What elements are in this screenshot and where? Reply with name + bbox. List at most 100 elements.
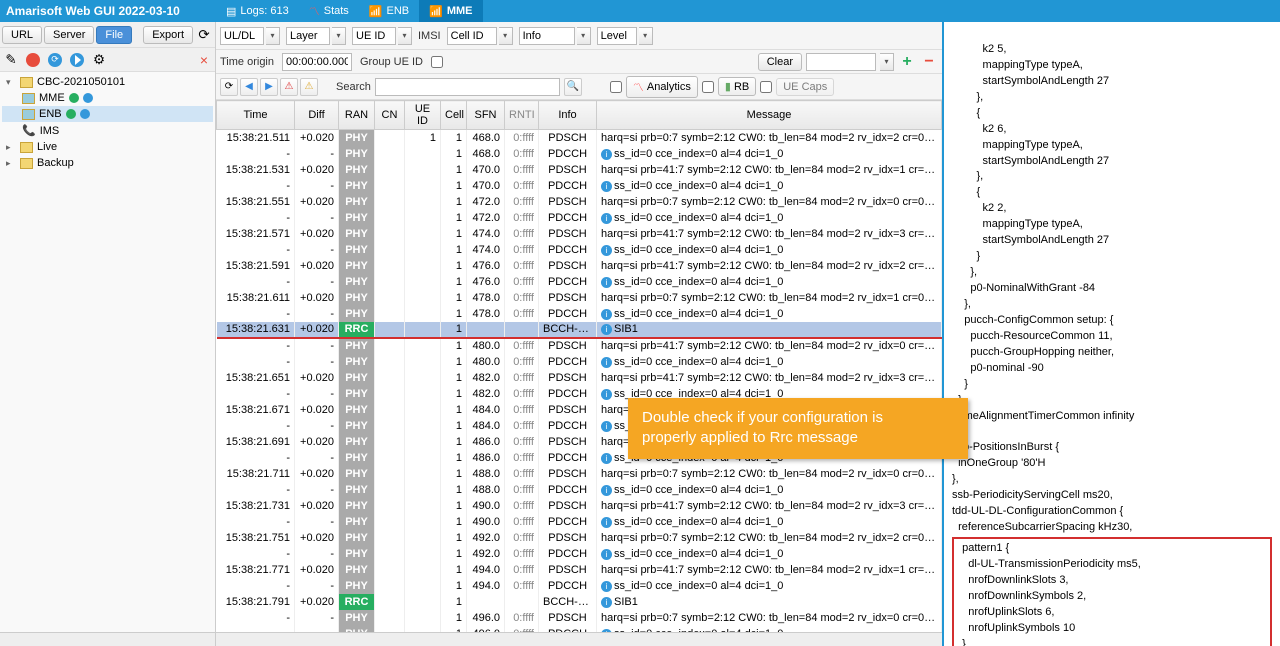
tree-mme[interactable]: MME — [2, 90, 213, 106]
sidebar-scrollbar[interactable] — [0, 632, 215, 646]
level-filter[interactable] — [597, 27, 637, 45]
server-button[interactable]: Server — [44, 26, 94, 44]
log-row[interactable]: 15:38:21.591+0.020PHY1476.00:ffffPDSCHha… — [217, 258, 942, 274]
log-row[interactable]: 15:38:21.531+0.020PHY1470.00:ffffPDSCHha… — [217, 162, 942, 178]
search-input[interactable] — [375, 78, 560, 96]
log-row[interactable]: --PHY1490.00:ffffPDCCHiss_id=0 cce_index… — [217, 514, 942, 530]
log-row[interactable]: --PHY1496.00:ffffPDCCHiss_id=0 cce_index… — [217, 626, 942, 633]
tree-enb[interactable]: ENB — [2, 106, 213, 122]
log-row[interactable]: --PHY1480.00:ffffPDCCHiss_id=0 cce_index… — [217, 354, 942, 370]
wand-icon[interactable]: ✎ — [2, 51, 20, 69]
log-row[interactable]: --PHY1470.00:ffffPDCCHiss_id=0 cce_index… — [217, 178, 942, 194]
log-table-container[interactable]: TimeDiffRANCNUE IDCellSFNRNTIInfoMessage… — [216, 100, 942, 632]
chevron-down-icon[interactable]: ▾ — [398, 27, 412, 45]
group-ueid-checkbox[interactable] — [431, 56, 443, 68]
refresh-icon[interactable]: ⟳ — [195, 26, 213, 44]
uldl-filter[interactable] — [220, 27, 264, 45]
tab-mme[interactable]: 📶MME — [419, 0, 482, 22]
reload-icon[interactable]: ⟳ — [46, 51, 64, 69]
column-header[interactable]: Message — [597, 101, 942, 130]
log-row[interactable]: 15:38:21.791+0.020RRC1BCCH-NRiSIB1 — [217, 594, 942, 610]
options-icon[interactable]: ⚙ — [90, 51, 108, 69]
tab-enb[interactable]: 📶ENB — [359, 0, 419, 22]
log-scrollbar[interactable] — [216, 632, 942, 646]
log-row[interactable]: 15:38:21.711+0.020PHY1488.00:ffffPDSCHha… — [217, 466, 942, 482]
tab-logs[interactable]: ▤Logs: 613 — [216, 0, 299, 22]
rb-checkbox[interactable] — [702, 81, 714, 93]
log-row[interactable]: 15:38:21.731+0.020PHY1490.00:ffffPDSCHha… — [217, 498, 942, 514]
log-row[interactable]: 15:38:21.571+0.020PHY1474.00:ffffPDSCHha… — [217, 226, 942, 242]
add-icon[interactable]: + — [898, 53, 916, 71]
log-row[interactable]: --PHY1468.00:ffffPDCCHiss_id=0 cce_index… — [217, 146, 942, 162]
clear-button[interactable]: Clear — [758, 53, 802, 71]
expand-icon[interactable]: ▸ — [6, 142, 16, 153]
stop-icon[interactable] — [24, 51, 42, 69]
log-row[interactable]: --PHY1496.00:ffffPDSCHharq=si prb=0:7 sy… — [217, 610, 942, 626]
chevron-down-icon[interactable]: ▾ — [577, 27, 591, 45]
info-filter[interactable] — [519, 27, 575, 45]
info-icon: i — [601, 181, 612, 192]
next-icon[interactable]: ▶ — [260, 78, 278, 96]
log-row[interactable]: --PHY1494.00:ffffPDCCHiss_id=0 cce_index… — [217, 578, 942, 594]
tree-ims[interactable]: 📞IMS — [2, 122, 213, 139]
time-origin-input[interactable] — [282, 53, 352, 71]
analytics-button[interactable]: 〽Analytics — [626, 76, 698, 98]
log-row[interactable]: 15:38:21.511+0.020PHY11468.00:ffffPDSCHh… — [217, 130, 942, 146]
column-header[interactable]: Diff — [295, 101, 339, 130]
column-header[interactable]: RAN — [339, 101, 375, 130]
log-row[interactable]: --PHY1492.00:ffffPDCCHiss_id=0 cce_index… — [217, 546, 942, 562]
url-button[interactable]: URL — [2, 26, 42, 44]
column-header[interactable]: UE ID — [405, 101, 441, 130]
tree-backup[interactable]: ▸Backup — [2, 155, 213, 171]
column-header[interactable]: Cell — [441, 101, 467, 130]
annotation-callout: Double check if your configuration is pr… — [628, 398, 968, 459]
log-row[interactable]: --PHY1480.00:ffffPDSCHharq=si prb=41:7 s… — [217, 338, 942, 354]
tab-stats[interactable]: 〽Stats — [299, 0, 359, 22]
column-header[interactable]: SFN — [467, 101, 505, 130]
file-button[interactable]: File — [96, 26, 132, 44]
uecaps-button[interactable]: UE Caps — [776, 78, 834, 96]
chevron-down-icon[interactable]: ▾ — [266, 27, 280, 45]
uecaps-checkbox[interactable] — [760, 81, 772, 93]
analytics-checkbox[interactable] — [610, 81, 622, 93]
column-header[interactable]: CN — [375, 101, 405, 130]
refresh-icon[interactable]: ⟳ — [220, 78, 238, 96]
tree-root[interactable]: ▾CBC-2021050101 — [2, 74, 213, 90]
expand-icon[interactable]: ▸ — [6, 158, 16, 169]
log-row[interactable]: 15:38:21.651+0.020PHY1482.00:ffffPDSCHha… — [217, 370, 942, 386]
log-row[interactable]: --PHY1488.00:ffffPDCCHiss_id=0 cce_index… — [217, 482, 942, 498]
collapse-icon[interactable]: ▾ — [6, 77, 16, 88]
info-icon: i — [601, 324, 612, 335]
ueid-filter[interactable] — [352, 27, 396, 45]
cellid-filter[interactable] — [447, 27, 497, 45]
detail-panel[interactable]: k2 5, mappingType typeA, startSymbolAndL… — [944, 22, 1280, 646]
chevron-down-icon[interactable]: ▾ — [880, 53, 894, 71]
log-row[interactable]: 15:38:21.551+0.020PHY1472.00:ffffPDSCHha… — [217, 194, 942, 210]
log-row[interactable]: 15:38:21.631+0.020RRC1BCCH-NRiSIB1 — [217, 322, 942, 338]
log-row[interactable]: --PHY1476.00:ffffPDCCHiss_id=0 cce_index… — [217, 274, 942, 290]
log-row[interactable]: --PHY1478.00:ffffPDCCHiss_id=0 cce_index… — [217, 306, 942, 322]
warning-icon[interactable]: ⚠ — [300, 78, 318, 96]
column-header[interactable]: Time — [217, 101, 295, 130]
play-icon[interactable] — [68, 51, 86, 69]
prev-icon[interactable]: ◀ — [240, 78, 258, 96]
log-row[interactable]: 15:38:21.751+0.020PHY1492.00:ffffPDSCHha… — [217, 530, 942, 546]
error-icon[interactable]: ⚠ — [280, 78, 298, 96]
column-header[interactable]: Info — [539, 101, 597, 130]
export-button[interactable]: Export — [143, 26, 193, 44]
log-row[interactable]: 15:38:21.771+0.020PHY1494.00:ffffPDSCHha… — [217, 562, 942, 578]
tree-live[interactable]: ▸Live — [2, 139, 213, 155]
chevron-down-icon[interactable]: ▾ — [639, 27, 653, 45]
chevron-down-icon[interactable]: ▾ — [499, 27, 513, 45]
binoculars-icon[interactable]: 🔍 — [564, 78, 582, 96]
log-row[interactable]: --PHY1474.00:ffffPDCCHiss_id=0 cce_index… — [217, 242, 942, 258]
layer-filter[interactable] — [286, 27, 330, 45]
close-icon[interactable]: × — [195, 51, 213, 69]
log-row[interactable]: 15:38:21.611+0.020PHY1478.00:ffffPDSCHha… — [217, 290, 942, 306]
column-header[interactable]: RNTI — [505, 101, 539, 130]
remove-icon[interactable]: − — [920, 53, 938, 71]
log-row[interactable]: --PHY1472.00:ffffPDCCHiss_id=0 cce_index… — [217, 210, 942, 226]
rb-button[interactable]: ▮RB — [718, 77, 756, 96]
chevron-down-icon[interactable]: ▾ — [332, 27, 346, 45]
add-filter-input[interactable] — [806, 53, 876, 71]
